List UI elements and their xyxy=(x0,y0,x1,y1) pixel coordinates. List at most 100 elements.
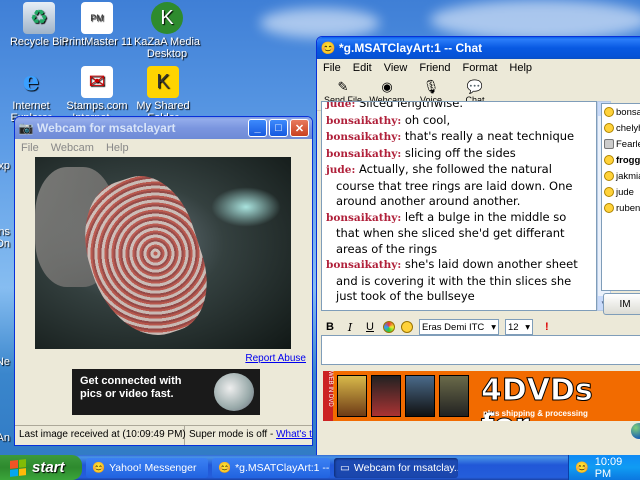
dvd-cover xyxy=(337,375,367,417)
microphone-icon: 🎙 xyxy=(422,79,440,94)
format-toolbar: B I U Eras Demi ITC ▾ 12 ▾ ! xyxy=(321,317,640,337)
desktop-icon-printmaster[interactable]: PM PrintMaster 11 xyxy=(58,2,136,48)
chat-message-pane[interactable]: jude: Sliced lengthwise. bonsaikathy: oh… xyxy=(321,101,597,311)
user-list-item[interactable]: rubens xyxy=(602,200,640,216)
profile-icon xyxy=(604,139,614,149)
dvd-ad-banner[interactable]: WEB IN DVD 4DVDs for plus shipping & pro… xyxy=(323,371,640,421)
desktop-icon-partial[interactable]: Ins xyxy=(0,226,10,238)
cloud xyxy=(430,0,640,40)
chat-message: bonsaikathy: that's really a neat techni… xyxy=(326,129,592,146)
task-label: Webcam for msatclay... xyxy=(353,461,458,474)
message-nick: bonsaikathy: xyxy=(326,131,402,143)
webcam-icon: ◉ xyxy=(381,79,393,94)
message-nick: bonsaikathy: xyxy=(326,114,402,127)
message-nick: jude: xyxy=(326,101,356,110)
bold-button[interactable]: B xyxy=(323,321,337,333)
message-text: that's really a neat technique xyxy=(404,129,575,143)
user-list-item[interactable]: chelyh xyxy=(602,120,640,136)
shared-folder-icon: K xyxy=(147,66,179,98)
webcam-titlebar[interactable]: 📷 Webcam for msatclayart _ □ ✕ xyxy=(15,117,312,139)
smiley-icon xyxy=(604,123,614,133)
smiley-icon xyxy=(604,107,614,117)
menu-friend[interactable]: Friend xyxy=(419,62,450,74)
message-text: oh cool, xyxy=(404,112,451,127)
message-nick: bonsaikathy: xyxy=(326,259,402,271)
webcam-menubar: File Webcam Help xyxy=(15,139,312,157)
printmaster-icon: PM xyxy=(81,2,113,34)
menu-file[interactable]: File xyxy=(323,62,341,74)
yahoo-chat-icon: 😊 xyxy=(320,41,336,55)
whats-this-link[interactable]: What's this? xyxy=(276,429,312,440)
user-list-item[interactable]: Fearle xyxy=(602,136,640,152)
webcam-ad-banner[interactable]: Get connected with pics or video fast. xyxy=(72,369,260,415)
maximize-button[interactable]: □ xyxy=(269,119,288,137)
message-nick: jude: xyxy=(326,164,356,176)
ad-subline: plus shipping & processing xyxy=(483,409,588,418)
desktop-icon-partial[interactable]: Ne xyxy=(0,356,10,368)
close-button[interactable]: ✕ xyxy=(290,119,309,137)
taskbar-item-chat[interactable]: 😊*g.MSATClayArt:1 -- ... xyxy=(212,457,330,478)
recycle-bin-icon: ♻ xyxy=(23,2,55,34)
menu-help[interactable]: Help xyxy=(106,142,129,154)
menu-file[interactable]: File xyxy=(21,142,39,154)
italic-button[interactable]: I xyxy=(343,321,357,334)
alert-icon[interactable]: ! xyxy=(545,321,549,333)
dvd-cover xyxy=(371,375,401,417)
minimize-button[interactable]: _ xyxy=(248,119,267,137)
user-name: chelyh xyxy=(616,122,640,134)
user-list-item[interactable]: frogg xyxy=(602,152,640,168)
chat-titlebar[interactable]: 😊 *g.MSATClayArt:1 -- Chat xyxy=(317,37,640,59)
menu-view[interactable]: View xyxy=(384,62,408,74)
taskbar-item-webcam[interactable]: ▭ Webcam for msatclay... xyxy=(334,457,458,478)
globe-icon[interactable] xyxy=(631,423,640,439)
chat-bubbles-icon: 💬 xyxy=(466,79,484,94)
system-tray: 😊 10:09 PM xyxy=(568,455,640,480)
chat-message: jude: Sliced lengthwise. xyxy=(326,101,592,113)
ad-strip-text: WEB IN DVD xyxy=(323,371,333,421)
font-size-select[interactable]: 12 ▾ xyxy=(505,319,533,335)
dvd-cover xyxy=(439,375,469,417)
desktop-icon-partial[interactable]: On xyxy=(0,238,10,250)
desktop-icon-kazaa[interactable]: K KaZaA Media Desktop xyxy=(128,2,206,60)
desktop-icon-partial[interactable]: Exp xyxy=(0,160,10,172)
dvd-cover xyxy=(405,375,435,417)
message-text: Sliced lengthwise. xyxy=(359,101,464,110)
taskbar-item-yahoo-messenger[interactable]: 😊 Yahoo! Messenger xyxy=(86,457,208,478)
underline-button[interactable]: U xyxy=(363,321,377,333)
user-list-item[interactable]: jakmia xyxy=(602,168,640,184)
user-name: jude xyxy=(616,186,634,198)
smiley-icon xyxy=(604,155,614,165)
user-list-item[interactable]: jude xyxy=(602,184,640,200)
start-button[interactable]: start xyxy=(0,455,82,480)
menu-help[interactable]: Help xyxy=(509,62,532,74)
message-input[interactable] xyxy=(321,335,640,365)
im-button[interactable]: IM xyxy=(603,293,640,315)
chat-title: *g.MSATClayArt:1 -- Chat xyxy=(339,41,483,55)
yahoo-icon: 😊 xyxy=(92,462,106,474)
menu-edit[interactable]: Edit xyxy=(353,62,372,74)
report-abuse-link[interactable]: Report Abuse xyxy=(245,353,306,364)
stamps-icon: ✉ xyxy=(81,66,113,98)
webcam-title: Webcam for msatclayart xyxy=(37,121,176,135)
font-select[interactable]: Eras Demi ITC ▾ xyxy=(419,319,499,335)
smiley-icon xyxy=(604,187,614,197)
emoticon-icon[interactable] xyxy=(401,321,413,333)
menu-webcam[interactable]: Webcam xyxy=(51,142,94,154)
webcam-statusbar: Last image received at (10:09:49 PM) Sup… xyxy=(15,425,312,445)
message-text: slicing off the sides xyxy=(404,145,516,160)
chat-message: jude: Actually, she followed the natural… xyxy=(326,162,592,210)
taskbar: start 😊 Yahoo! Messenger 😊 *g.MSATClayArt:… xyxy=(0,455,640,480)
chat-window: 😊 *g.MSATClayArt:1 -- Chat File Edit Vie… xyxy=(316,36,640,456)
user-list-item[interactable]: bonsa xyxy=(602,104,640,120)
desktop-icon-partial[interactable]: An xyxy=(0,432,10,444)
smiley-icon xyxy=(604,203,614,213)
color-picker-icon[interactable] xyxy=(383,321,395,333)
clock[interactable]: 10:09 PM xyxy=(595,456,640,480)
chat-message: bonsaikathy: she's laid down another she… xyxy=(326,257,592,305)
chevron-down-icon: ▾ xyxy=(491,321,496,333)
webcam-window: 📷 Webcam for msatclayart _ □ ✕ File Webc… xyxy=(14,116,313,446)
windows-logo-icon xyxy=(10,458,26,477)
menu-format[interactable]: Format xyxy=(463,62,498,74)
yahoo-tray-icon[interactable]: 😊 xyxy=(575,461,589,474)
task-label: Yahoo! Messenger xyxy=(109,461,197,474)
